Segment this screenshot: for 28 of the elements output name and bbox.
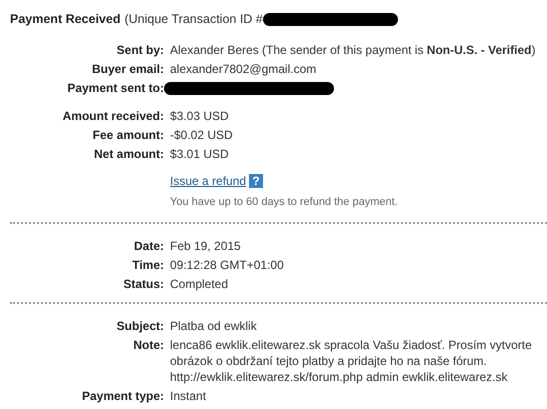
field-label: Payment type:	[80, 388, 164, 404]
help-icon[interactable]: ?	[249, 174, 264, 188]
field-value: $3.01 USD	[170, 146, 230, 162]
field-value: Feb 19, 2015	[170, 238, 242, 254]
field-label: Date:	[132, 238, 164, 254]
field-label: Note:	[132, 337, 164, 353]
field-label: Amount received:	[62, 108, 164, 124]
field-value: Completed	[170, 276, 230, 292]
page-title: Payment Received	[10, 12, 120, 26]
refund-note: You have up to 60 days to refund the payment.	[170, 196, 399, 208]
transaction-id-label: (Unique Transaction ID #	[124, 12, 263, 26]
field-value: alexander7802@gmail.com	[170, 61, 318, 77]
field-value: -$0.02 USD	[170, 127, 234, 143]
field-label: Net amount:	[93, 146, 164, 162]
field-label: Sent by:	[116, 42, 164, 58]
issue-refund-link[interactable]: Issue a refund	[170, 174, 246, 188]
field-label: Buyer email:	[90, 61, 164, 77]
field-label: Payment sent to:	[66, 80, 164, 96]
field-label: Status:	[122, 276, 164, 292]
field-label: Subject:	[116, 318, 164, 334]
field-label: Fee amount:	[92, 127, 164, 143]
field-value: Instant	[170, 388, 208, 404]
field-label: Time:	[131, 257, 164, 273]
field-value: $3.03 USD	[170, 108, 230, 124]
field-value: Platba od ewklik	[170, 318, 258, 334]
field-value: 09:12:28 GMT+01:00	[170, 257, 285, 273]
field-value: Alexander Beres (The sender of this payment is Non-U.S. - Verified)	[170, 42, 536, 58]
field-value: lenca86 ewklik.elitewarez.sk spracola Vašu žiadosť. Prosím vytvorte obrázok o obdržaní tejto platby a pridajte ho na naše fórum. http://ewklik.elitewarez.sk/forum.php admin ewklik.elitewarez.sk	[170, 337, 533, 385]
